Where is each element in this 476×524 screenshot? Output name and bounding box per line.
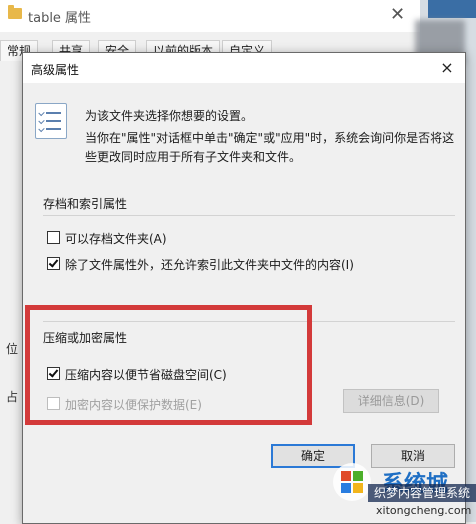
archive-checkbox-label: 可以存档文件夹(A) [65,232,167,246]
intro-text: 为该文件夹选择你想要的设置。 [85,109,254,123]
index-checkbox-label: 除了文件属性外，还允许索引此文件夹中文件的内容(I) [65,258,354,272]
background-window-title: table 属性 [28,11,92,26]
archive-group-label: 存档和索引属性 [43,197,128,211]
index-checkbox[interactable] [47,257,60,270]
watermark-banner: 织梦内容管理系统 [368,484,476,502]
cancel-button[interactable]: 取消 [371,444,455,468]
description-text: 当你在"属性"对话框中单击"确定"或"应用"时，系统会询问你是否将这些更改同时应… [85,131,455,164]
details-button: 详细信息(D) [343,389,439,413]
index-checkbox-row[interactable]: 除了文件属性外，还允许索引此文件夹中文件的内容(I) [47,256,447,272]
close-icon[interactable]: × [435,57,459,79]
archive-checkbox-row[interactable]: 可以存档文件夹(A) [47,230,347,246]
advanced-attributes-dialog: 高级属性 × 为该文件夹选择你想要的设置。 当你在"属性"对话框中单击"确定"或… [22,52,466,524]
folder-icon [8,5,22,19]
dialog-title: 高级属性 [31,63,80,77]
settings-document-icon [35,103,67,139]
watermark-url: xitongcheng.com [376,504,472,517]
windows-logo-icon [333,463,371,501]
dialog-titlebar: 高级属性 × [23,53,465,83]
highlight-annotation-box [25,305,312,425]
background-text-fragment: 位 [6,342,19,356]
group-divider [43,215,455,216]
background-text-fragment: 占 [6,390,19,404]
desktop-thumbnail [428,0,476,18]
archive-checkbox[interactable] [47,231,60,244]
background-close-icon[interactable]: ✕ [390,4,405,25]
